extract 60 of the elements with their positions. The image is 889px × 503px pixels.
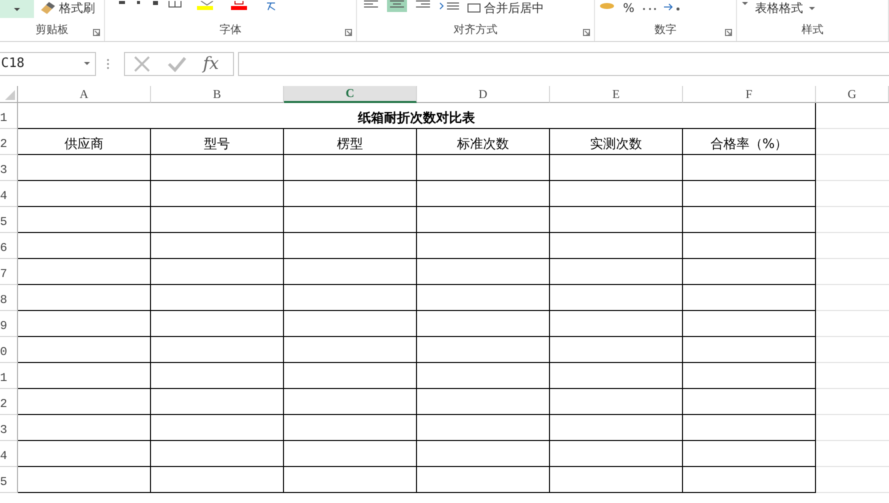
table-header-cell: 标准次数 — [417, 129, 550, 155]
group-label: 对齐方式 — [454, 22, 498, 37]
triangle-icon — [5, 90, 15, 100]
row-header[interactable]: 1 — [0, 363, 18, 389]
caret-icon — [13, 6, 21, 12]
table-header-cell: 合格率（%） — [683, 129, 816, 155]
align-lines-icon — [363, 0, 379, 8]
row-header[interactable]: 8 — [0, 285, 18, 311]
column-header[interactable]: E — [550, 86, 683, 103]
dialog-launcher-icon[interactable] — [583, 29, 590, 36]
align-lines-icon — [389, 0, 405, 8]
row-header[interactable]: 7 — [0, 259, 18, 285]
row-header[interactable]: 4 — [0, 441, 18, 467]
row-header[interactable]: 6 — [0, 233, 18, 259]
brush-icon — [40, 1, 56, 15]
dialog-launcher-icon[interactable] — [725, 29, 732, 36]
row-header[interactable]: 5 — [0, 467, 18, 493]
row-header[interactable]: 2 — [0, 389, 18, 415]
row-header[interactable]: 2 — [0, 129, 18, 155]
group-label: 数字 — [654, 22, 676, 37]
row-header[interactable]: 4 — [0, 181, 18, 207]
group-label: 字体 — [220, 22, 242, 37]
name-box[interactable]: C18 — [0, 52, 96, 76]
column-header[interactable]: G — [816, 86, 889, 103]
row-header[interactable]: 0 — [0, 337, 18, 363]
group-label: 样式 — [802, 22, 824, 37]
table-header-cell: 型号 — [151, 129, 284, 155]
align-button[interactable] — [387, 0, 407, 12]
table-header-cell: 楞型 — [284, 129, 417, 155]
table-format-button[interactable]: 表格格式 — [755, 0, 816, 16]
column-header[interactable]: F — [683, 86, 816, 103]
group-label: 剪贴板 — [36, 22, 68, 37]
column-header[interactable]: C — [284, 86, 417, 103]
row-header[interactable]: 3 — [0, 155, 18, 181]
merge-center-button[interactable]: 合并后居中 — [467, 0, 544, 16]
merge-cells-icon — [467, 3, 481, 13]
align-lines-icon — [415, 0, 431, 8]
column-header[interactable]: A — [18, 86, 151, 103]
column-header[interactable]: D — [417, 86, 550, 103]
dialog-launcher-icon[interactable] — [345, 29, 352, 36]
row-header[interactable]: 3 — [0, 415, 18, 441]
insert-function-button[interactable]: fx — [203, 54, 219, 74]
select-all-corner[interactable] — [0, 86, 18, 103]
percent-button[interactable]: % — [623, 0, 634, 16]
row-header[interactable]: 9 — [0, 311, 18, 337]
indent-icon[interactable] — [439, 1, 461, 11]
formula-input[interactable] — [238, 52, 889, 76]
grip-icon — [106, 56, 110, 70]
column-header[interactable]: B — [151, 86, 284, 103]
caret-icon — [83, 61, 91, 66]
caret-icon[interactable] — [741, 1, 749, 6]
table-title: 纸箱耐折次数对比表 — [18, 103, 816, 129]
row-header[interactable]: 5 — [0, 207, 18, 233]
checkmark-icon[interactable] — [167, 56, 187, 72]
caret-icon — [808, 6, 816, 10]
format-painter-button[interactable]: 格式刷 — [40, 0, 95, 16]
row-header[interactable]: 1 — [0, 103, 18, 129]
dialog-launcher-icon[interactable] — [93, 29, 100, 36]
table-header-cell: 实测次数 — [550, 129, 683, 155]
table-header-cell: 供应商 — [18, 129, 151, 155]
